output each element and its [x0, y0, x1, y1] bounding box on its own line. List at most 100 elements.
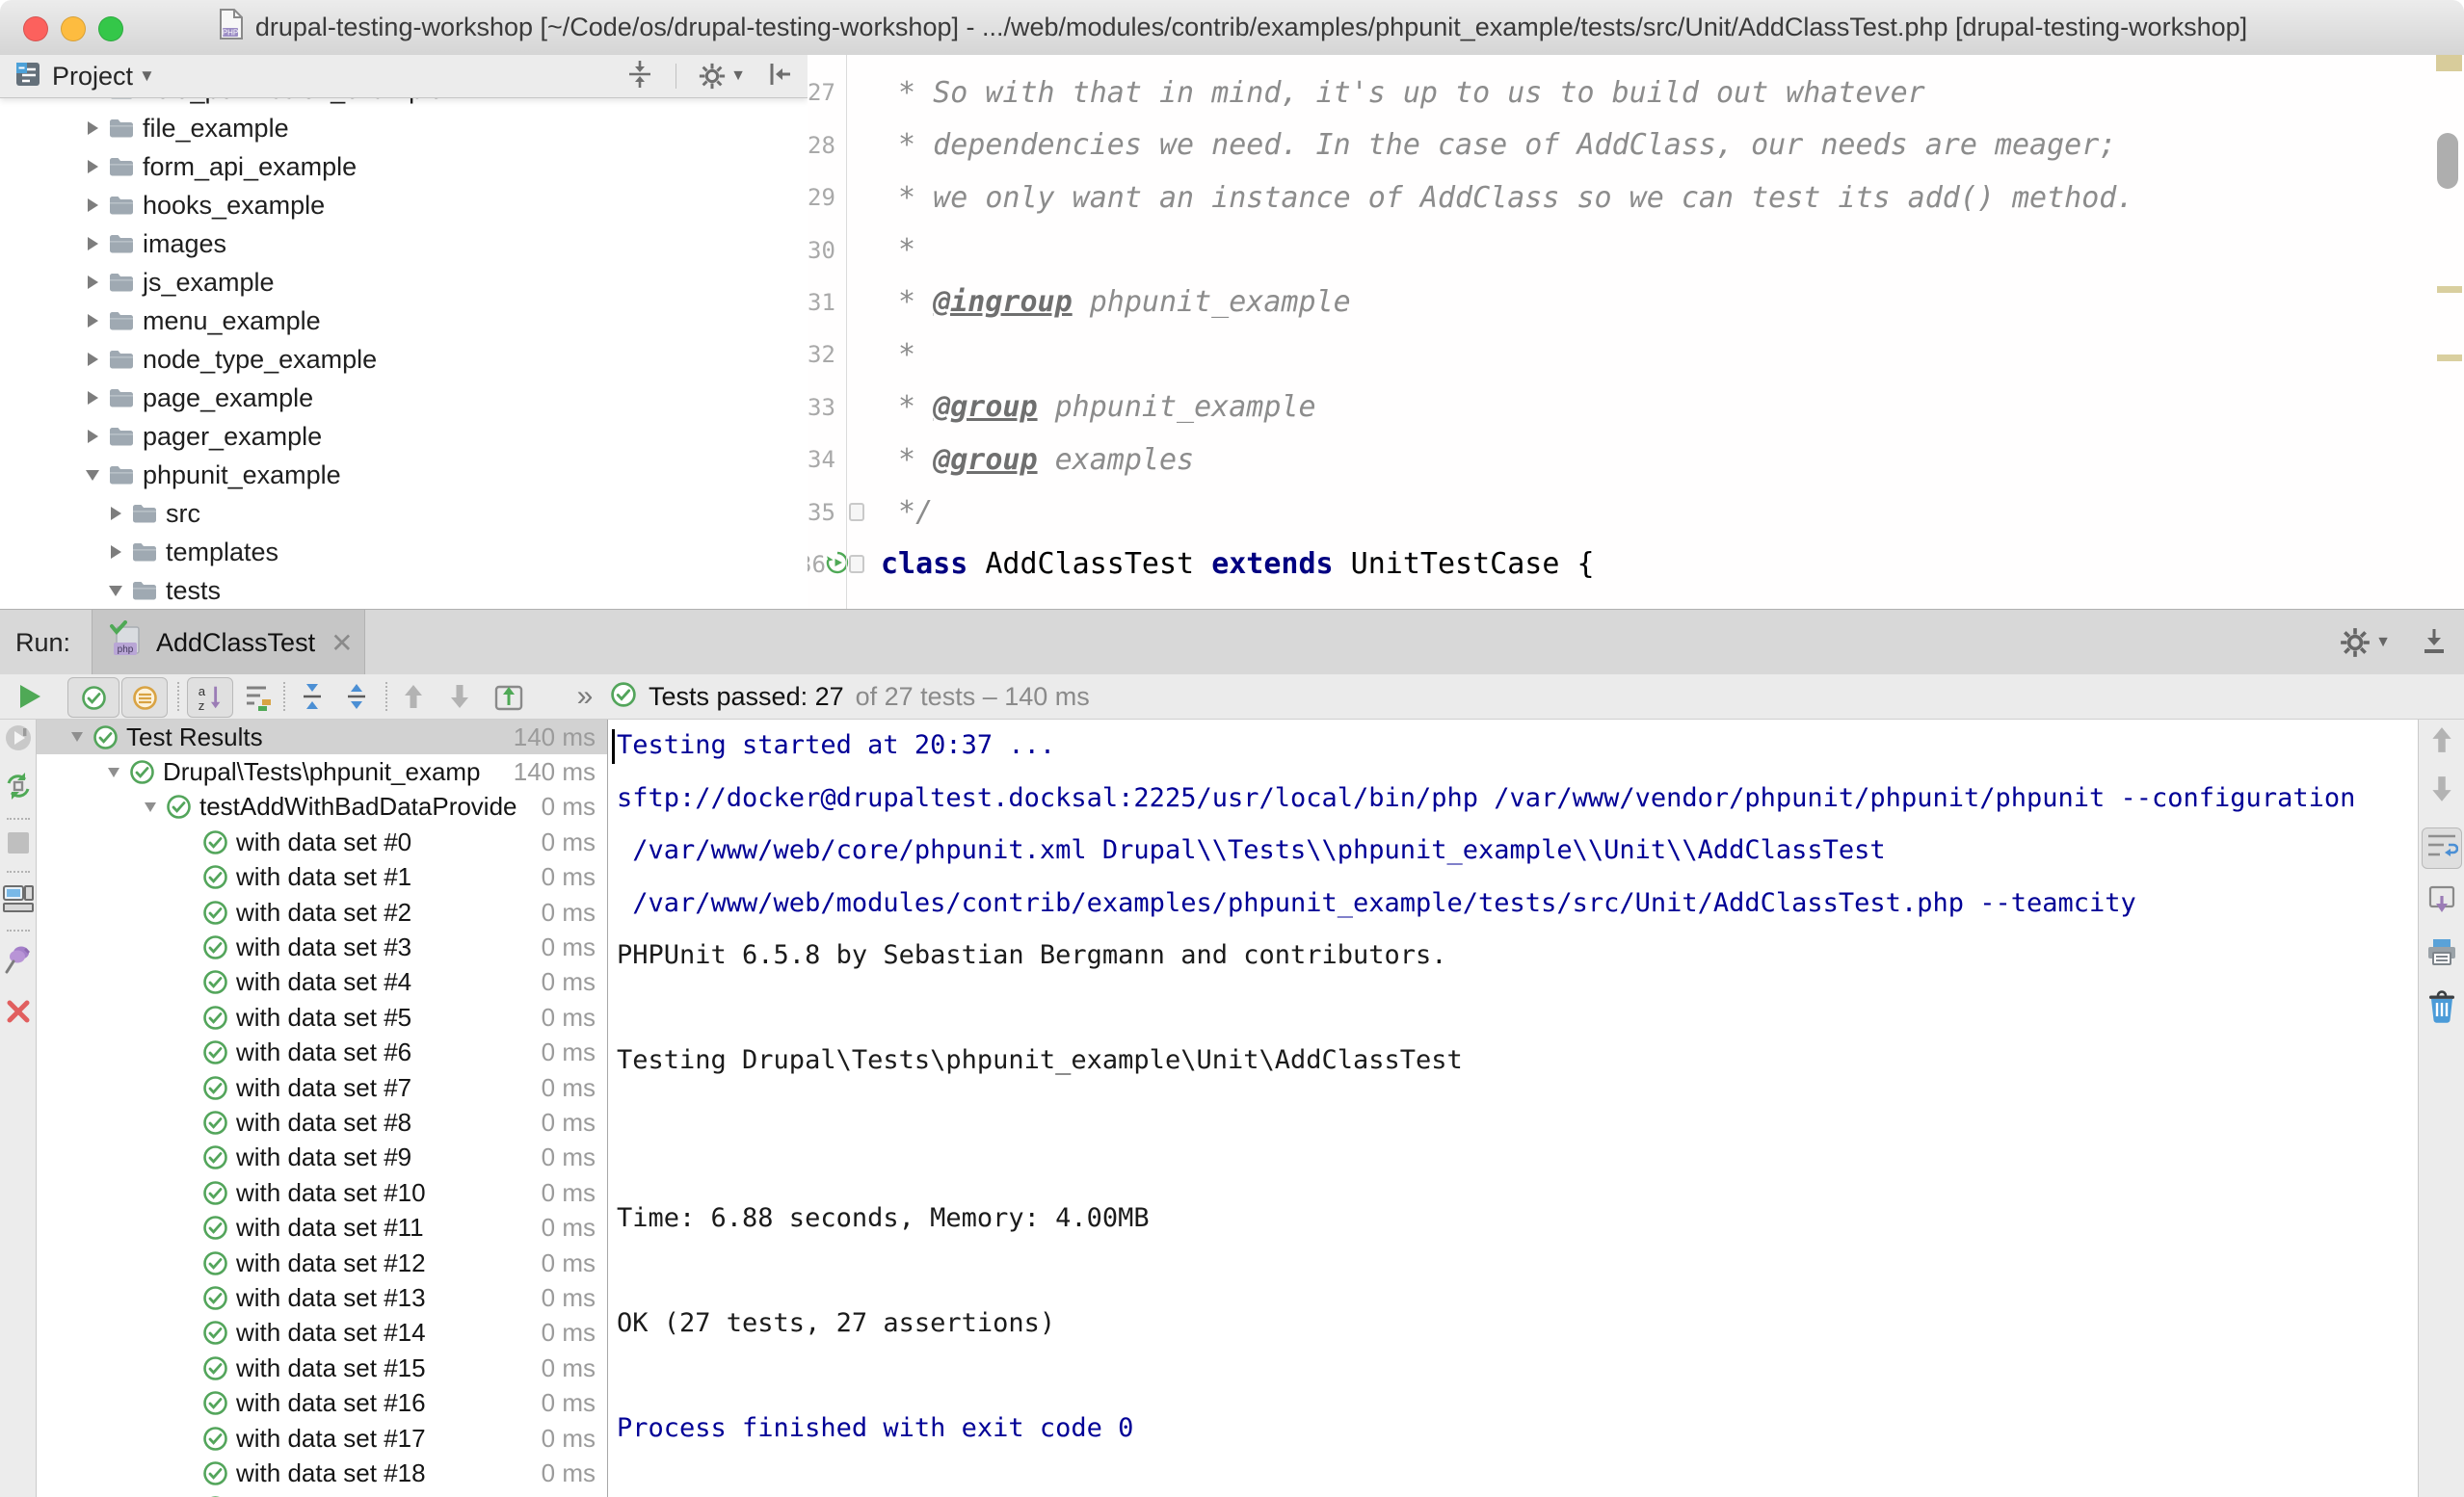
hide-panel-icon[interactable]	[767, 61, 794, 92]
project-tree-item[interactable]: page_example	[0, 379, 808, 417]
test-tree-item[interactable]: with data set #40 ms	[37, 965, 607, 1000]
chevron-collapsed-icon[interactable]	[83, 198, 102, 212]
run-console[interactable]: Testing started at 20:37 ...sftp://docke…	[608, 720, 2419, 1497]
test-tree-item[interactable]: Test Results140 ms	[37, 720, 607, 754]
more-chevron-icon[interactable]: »	[570, 677, 599, 716]
test-tree-item[interactable]: with data set #110 ms	[37, 1210, 607, 1245]
test-duration: 0 ms	[542, 1003, 596, 1033]
chevron-down-icon[interactable]: ▼	[139, 66, 155, 86]
test-tree-item[interactable]: Drupal\Tests\phpunit_examp140 ms	[37, 754, 607, 789]
scroll-to-end-icon[interactable]	[2426, 884, 2457, 920]
test-tree-item[interactable]: with data set #80 ms	[37, 1105, 607, 1140]
test-tree-item[interactable]: with data set #150 ms	[37, 1351, 607, 1385]
chevron-collapsed-icon[interactable]	[106, 507, 125, 520]
minimize-traffic-light[interactable]	[61, 16, 86, 41]
chevron-collapsed-icon[interactable]	[83, 353, 102, 366]
chevron-expanded-icon[interactable]	[141, 802, 160, 812]
settings-gear-icon[interactable]: ▼	[698, 62, 746, 91]
project-tree-item[interactable]: file_example	[0, 109, 808, 147]
soft-wrap-toggle[interactable]	[2422, 827, 2462, 869]
test-tree-item[interactable]: with data set #120 ms	[37, 1246, 607, 1280]
error-stripe-mark[interactable]	[2437, 355, 2462, 361]
code-editor[interactable]: 2627 * So with that in mind, it's up to …	[808, 55, 2464, 609]
project-tree-item[interactable]: tests	[0, 571, 808, 609]
previous-occurrence-icon[interactable]	[399, 677, 428, 716]
arrow-down-icon[interactable]	[2430, 775, 2453, 808]
project-tree-item[interactable]: hooks_example	[0, 186, 808, 224]
rerun-failed-tests-icon[interactable]	[3, 771, 34, 806]
collapse-all-icon[interactable]	[337, 677, 376, 716]
code-token: *	[881, 390, 933, 424]
run-tab-addclasstest[interactable]: php AddClassTest ✕	[92, 610, 365, 675]
chevron-expanded-icon[interactable]	[106, 586, 125, 596]
clear-all-trash-icon[interactable]	[2427, 990, 2456, 1028]
test-tree-item[interactable]: with data set #00 ms	[37, 825, 607, 859]
chevron-expanded-icon[interactable]	[67, 732, 87, 742]
error-stripe-mark[interactable]	[2437, 286, 2462, 293]
expand-all-icon[interactable]	[293, 677, 331, 716]
test-tree-item[interactable]: with data set #100 ms	[37, 1175, 607, 1210]
show-passed-filter-button[interactable]	[67, 677, 119, 718]
sort-by-duration-icon[interactable]	[239, 677, 278, 716]
line-number: 34	[808, 446, 833, 473]
project-tree-item[interactable]: form_api_example	[0, 147, 808, 186]
settings-gear-icon[interactable]: ▼	[2339, 626, 2391, 659]
chevron-expanded-icon[interactable]	[104, 768, 123, 777]
project-tree-item[interactable]: templates	[0, 533, 808, 571]
test-tree-item[interactable]: with data set #50 ms	[37, 1000, 607, 1035]
next-occurrence-icon[interactable]	[445, 677, 474, 716]
arrow-up-icon[interactable]	[2430, 725, 2453, 759]
chevron-collapsed-icon[interactable]	[106, 545, 125, 559]
hide-window-icon[interactable]	[2420, 626, 2449, 660]
test-tree-item[interactable]: with data set #170 ms	[37, 1421, 607, 1456]
project-tree-item[interactable]: src	[0, 494, 808, 533]
project-tree-item[interactable]: pager_example	[0, 417, 808, 456]
stop-icon[interactable]	[7, 831, 30, 859]
close-traffic-light[interactable]	[23, 16, 48, 41]
test-tree-item[interactable]: with data set #60 ms	[37, 1036, 607, 1070]
test-tree-item[interactable]: with data set #190 ms	[37, 1491, 607, 1497]
chevron-collapsed-icon[interactable]	[83, 276, 102, 289]
test-tree-item[interactable]: testAddWithBadDataProvide0 ms	[37, 790, 607, 825]
rerun-disabled-icon[interactable]	[4, 723, 33, 757]
test-tree-item[interactable]: with data set #130 ms	[37, 1280, 607, 1315]
test-tree-item[interactable]: with data set #180 ms	[37, 1456, 607, 1490]
chevron-collapsed-icon[interactable]	[83, 391, 102, 405]
test-tree-item[interactable]: with data set #90 ms	[37, 1141, 607, 1175]
project-tree-item[interactable]: phpunit_example	[0, 456, 808, 494]
fold-marker-icon[interactable]	[849, 555, 864, 573]
test-tree-item[interactable]: with data set #160 ms	[37, 1385, 607, 1420]
test-tree-item[interactable]: with data set #20 ms	[37, 895, 607, 930]
divider	[7, 818, 30, 820]
chevron-collapsed-icon[interactable]	[83, 237, 102, 250]
sort-alphabetically-button[interactable]: az	[187, 677, 233, 718]
editor-scrollbar-thumb[interactable]	[2437, 133, 2458, 189]
test-tree-item[interactable]: with data set #10 ms	[37, 860, 607, 895]
show-ignored-filter-button[interactable]	[121, 677, 168, 718]
rerun-play-icon[interactable]	[15, 677, 44, 716]
test-tree-item[interactable]: with data set #70 ms	[37, 1070, 607, 1105]
chevron-collapsed-icon[interactable]	[83, 160, 102, 173]
test-tree-item[interactable]: with data set #140 ms	[37, 1316, 607, 1351]
project-tree-item[interactable]: js_example	[0, 263, 808, 302]
chevron-collapsed-icon[interactable]	[83, 430, 102, 443]
chevron-expanded-icon[interactable]	[83, 470, 102, 481]
print-icon[interactable]	[2425, 937, 2458, 973]
close-icon[interactable]	[5, 998, 32, 1030]
test-tree-item[interactable]: with data set #30 ms	[37, 930, 607, 964]
locate-file-icon[interactable]	[625, 59, 654, 94]
project-tree-item[interactable]: node_type_example	[0, 340, 808, 379]
chevron-collapsed-icon[interactable]	[83, 121, 102, 135]
project-tree-item[interactable]: images	[0, 224, 808, 263]
inspection-indicator[interactable]	[2436, 55, 2462, 71]
pin-tab-icon[interactable]	[3, 943, 34, 981]
project-view-title[interactable]: Project	[52, 62, 133, 92]
export-test-results-icon[interactable]	[491, 677, 526, 716]
chevron-collapsed-icon[interactable]	[83, 314, 102, 328]
close-icon[interactable]: ✕	[331, 627, 353, 659]
code-token: phpunit_example	[1038, 390, 1316, 424]
restore-layout-icon[interactable]	[2, 884, 35, 918]
zoom-traffic-light[interactable]	[98, 16, 123, 41]
project-tree-item[interactable]: menu_example	[0, 302, 808, 340]
fold-marker-icon[interactable]	[849, 503, 864, 521]
